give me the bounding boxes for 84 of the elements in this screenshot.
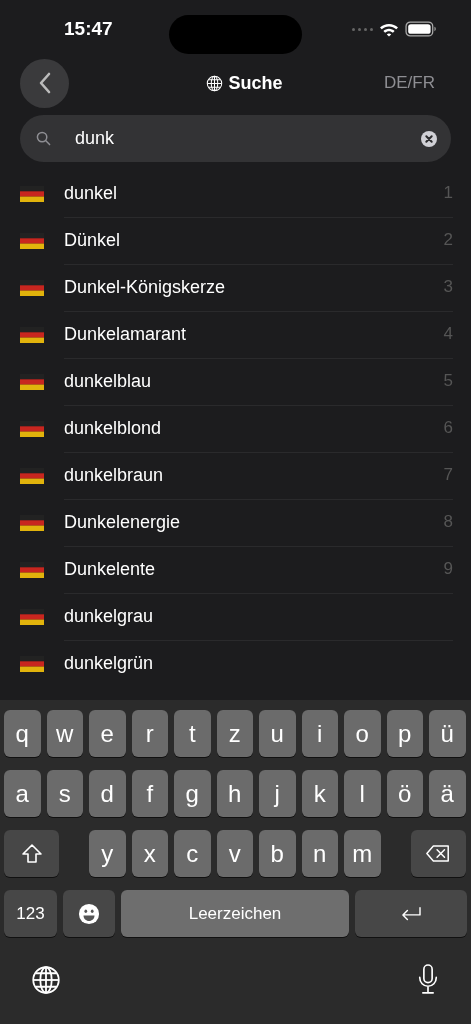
return-arrow-icon (399, 904, 423, 923)
flag-icon (20, 655, 44, 672)
shift-arrow-icon (19, 841, 44, 866)
keyboard-key[interactable]: i (301, 710, 338, 757)
flag-icon (20, 279, 44, 296)
result-word[interactable]: dunkelbraun (64, 464, 444, 486)
flag-icon (20, 467, 44, 484)
keyboard-key[interactable]: ü (429, 710, 466, 757)
result-word[interactable]: dunkelgrau (64, 605, 453, 627)
numbers-key[interactable]: 123 (4, 890, 57, 937)
keyboard-key[interactable]: b (259, 830, 296, 877)
keyboard-key[interactable]: y (89, 830, 126, 877)
back-button[interactable] (20, 58, 69, 108)
emoji-key[interactable] (63, 890, 115, 937)
keyboard-key[interactable]: s (46, 770, 83, 817)
flag-icon (20, 326, 44, 343)
flag-icon (20, 561, 44, 578)
flag-icon (20, 608, 44, 625)
keyboard-key[interactable]: o (344, 710, 381, 757)
backspace-icon (425, 844, 451, 863)
result-number: 8 (443, 512, 453, 532)
result-number: 5 (443, 371, 453, 391)
keyboard-key[interactable]: c (174, 830, 211, 877)
result-number: 6 (443, 418, 453, 438)
result-word[interactable]: Dunkelente (64, 558, 444, 580)
result-number: 2 (443, 230, 453, 250)
search-field[interactable]: dunk (20, 115, 451, 162)
result-word[interactable]: Dunkel-Königskerze (64, 276, 444, 298)
result-number: 4 (443, 324, 453, 344)
search-input[interactable]: dunk (75, 128, 421, 149)
result-word[interactable]: dunkelblond (64, 417, 444, 439)
flag-icon (20, 185, 44, 202)
flag-icon (20, 514, 44, 531)
result-word[interactable]: Dünkel (64, 229, 444, 251)
result-number: 9 (443, 559, 453, 579)
keyboard-key[interactable]: t (174, 710, 211, 757)
flag-icon (20, 373, 44, 390)
space-key[interactable]: Leerzeichen (121, 890, 349, 937)
keyboard-key[interactable]: ä (429, 770, 466, 817)
keyboard-key[interactable]: h (216, 770, 253, 817)
language-toggle[interactable]: DE/FR (384, 73, 435, 93)
keyboard-key[interactable]: k (301, 770, 338, 817)
keyboard-key[interactable]: d (89, 770, 126, 817)
battery-icon (405, 21, 437, 37)
keyboard-key[interactable]: l (344, 770, 381, 817)
keyboard-key[interactable]: a (4, 770, 41, 817)
keyboard-key[interactable]: e (89, 710, 126, 757)
keyboard-key[interactable]: m (344, 830, 381, 877)
keyboard-key[interactable]: j (259, 770, 296, 817)
signal-dots-icon (352, 27, 373, 31)
keyboard-key[interactable]: z (216, 710, 253, 757)
wifi-icon (379, 21, 399, 37)
chevron-left-icon (37, 71, 52, 95)
keyboard-key[interactable]: w (46, 710, 83, 757)
microphone-icon[interactable] (417, 964, 439, 995)
keyboard-key[interactable]: n (301, 830, 338, 877)
clear-icon[interactable] (421, 130, 437, 147)
globe-icon[interactable] (31, 964, 61, 995)
flag-icon (20, 232, 44, 249)
result-word[interactable]: dunkelgrün (64, 653, 453, 674)
keyboard-key[interactable]: p (386, 710, 423, 757)
shift-key[interactable] (4, 830, 59, 877)
search-icon (36, 131, 51, 146)
keyboard-key[interactable]: x (131, 830, 168, 877)
screen-title: Suche (228, 72, 283, 94)
status-time: 15:47 (64, 18, 113, 40)
keyboard-key[interactable]: v (216, 830, 253, 877)
result-number: 3 (443, 277, 453, 297)
keyboard-key[interactable]: u (259, 710, 296, 757)
keyboard-key[interactable]: r (131, 710, 168, 757)
result-word[interactable]: dunkel (64, 182, 444, 204)
result-word[interactable]: Dunkelenergie (64, 511, 444, 533)
globe-icon (206, 74, 224, 92)
keyboard-key[interactable]: ö (386, 770, 423, 817)
keyboard-key[interactable]: g (174, 770, 211, 817)
result-number: 7 (443, 465, 453, 485)
delete-key[interactable] (410, 830, 466, 877)
result-word[interactable]: Dunkelamarant (64, 323, 444, 345)
keyboard-key[interactable]: f (131, 770, 168, 817)
smiley-icon (78, 902, 100, 925)
result-word[interactable]: dunkelblau (64, 370, 444, 392)
keyboard-key[interactable]: q (4, 710, 41, 757)
result-number: 1 (443, 183, 453, 203)
flag-icon (20, 420, 44, 437)
